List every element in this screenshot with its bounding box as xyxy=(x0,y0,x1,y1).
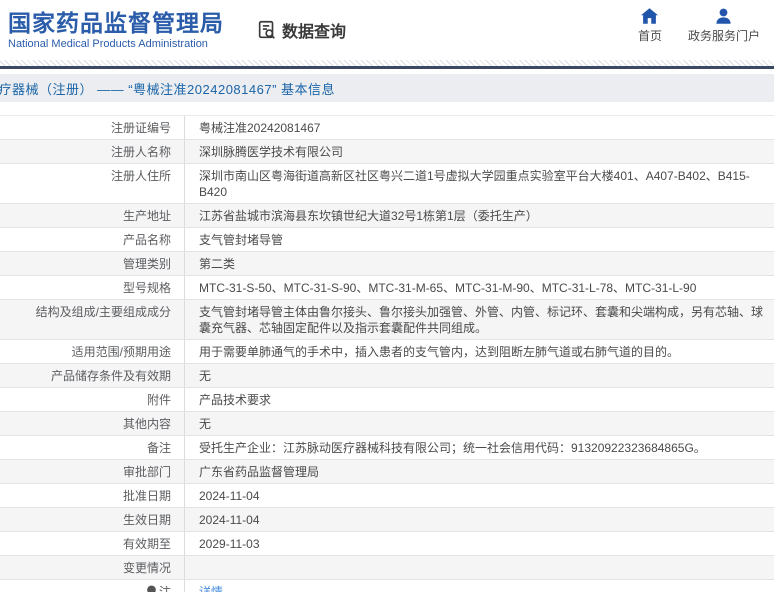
row-label: 变更情况 xyxy=(0,556,185,579)
table-row: 有效期至 2029-11-03 xyxy=(0,532,774,556)
page-title-bar: 医疗器械（注册） —— “粤械注准20242081467” 基本信息 xyxy=(0,74,774,102)
nmpa-logo[interactable]: 国家药品监督管理局 National Medical Products Admi… xyxy=(8,10,224,49)
table-row: 生产地址 江苏省盐城市滨海县东坎镇世纪大道32号1栋第1层（委托生产） xyxy=(0,204,774,228)
row-value: 支气管封堵导管主体由鲁尔接头、鲁尔接头加强管、外管、内管、标记环、套囊和尖端构成… xyxy=(199,305,764,335)
row-label: 管理类别 xyxy=(0,252,185,275)
table-row: 产品储存条件及有效期无 xyxy=(0,364,774,388)
table-row: 型号规格 MTC-31-S-50、MTC-31-S-90、MTC-31-M-65、… xyxy=(0,276,774,300)
row-label: 有效期至 xyxy=(0,532,185,555)
table-row: 注册人名称 深圳脉腾医学技术有限公司 xyxy=(0,140,774,164)
lightbulb-icon xyxy=(146,584,157,592)
user-icon xyxy=(715,8,732,24)
row-value: 深圳脉腾医学技术有限公司 xyxy=(199,145,344,159)
table-row: 审批部门 广东省药品监督管理局 xyxy=(0,460,774,484)
row-label: 注册人名称 xyxy=(0,140,185,163)
logo-title-cn: 国家药品监督管理局 xyxy=(8,10,224,37)
table-row: 注 详情 xyxy=(0,580,774,592)
row-label: 产品名称 xyxy=(0,228,185,251)
table-row: 附件 产品技术要求 xyxy=(0,388,774,412)
data-query-tab[interactable]: 数据查询 xyxy=(256,18,346,42)
logo-subtitle-en: National Medical Products Administration xyxy=(8,37,208,50)
table-row: 其他内容无 xyxy=(0,412,774,436)
row-value: 2024-11-04 xyxy=(199,489,260,503)
page-title: 医疗器械（注册） —— “粤械注准20242081467” 基本信息 xyxy=(0,81,336,97)
row-value: 无 xyxy=(199,417,212,431)
row-value: 广东省药品监督管理局 xyxy=(199,465,320,479)
site-header: 国家药品监督管理局 National Medical Products Admi… xyxy=(0,0,774,60)
nav-home-label: 首页 xyxy=(637,29,662,43)
row-value: 2029-11-03 xyxy=(199,537,260,551)
row-value: MTC-31-S-50、MTC-31-S-90、MTC-31-M-65、MTC-… xyxy=(199,281,697,295)
row-label: 生产地址 xyxy=(0,204,185,227)
row-label: 生效日期 xyxy=(0,508,185,531)
row-value: 受托生产企业：江苏脉动医疗器械科技有限公司；统一社会信用代码：913209223… xyxy=(199,441,706,455)
row-value: 第二类 xyxy=(199,257,236,271)
table-row: 适用范围/预期用途 用于需要单肺通气的手术中，插入患者的支气管内，达到阻断左肺气道… xyxy=(0,340,774,364)
nav-home[interactable]: 首页 xyxy=(638,8,662,44)
table-row: 变更情况 xyxy=(0,556,774,580)
row-value: 江苏省盐城市滨海县东坎镇世纪大道32号1栋第1层（委托生产） xyxy=(199,209,538,223)
table-row: 产品名称 支气管封堵导管 xyxy=(0,228,774,252)
table-row: 结构及组成/主要组成成分 支气管封堵导管主体由鲁尔接头、鲁尔接头加强管、外管、内管… xyxy=(0,300,774,340)
row-value: 支气管封堵导管 xyxy=(199,233,284,247)
data-query-icon xyxy=(256,19,278,41)
detail-link[interactable]: 详情 xyxy=(199,585,223,592)
nav-gov-portal-label: 政务服务门户 xyxy=(687,29,760,43)
row-label: 批准日期 xyxy=(0,484,185,507)
table-row: 生效日期 2024-11-04 xyxy=(0,508,774,532)
row-label: 注册人住所 xyxy=(0,164,185,203)
table-row: 注册人住所 深圳市南山区粤海街道高新区社区粤兴二道1号虚拟大学园重点实验室平台大楼… xyxy=(0,164,774,204)
row-label: 其他内容 xyxy=(0,412,185,435)
row-label: 审批部门 xyxy=(0,460,185,483)
row-label: 产品储存条件及有效期 xyxy=(0,364,185,387)
table-row: 管理类别 第二类 xyxy=(0,252,774,276)
nav-gov-portal[interactable]: 政务服务门户 xyxy=(688,8,760,44)
row-label: 结构及组成/主要组成成分 xyxy=(0,300,185,339)
header-divider-line xyxy=(0,66,774,69)
table-row: 注册证编号 粤械注准20242081467 xyxy=(0,115,774,140)
home-icon xyxy=(641,8,659,24)
row-value: 无 xyxy=(199,369,212,383)
registration-info-table: 注册证编号 粤械注准20242081467 注册人名称 深圳脉腾医学技术有限公司 注册人… xyxy=(0,115,774,592)
table-row: 批准日期 2024-11-04 xyxy=(0,484,774,508)
row-value: 详情 xyxy=(185,580,774,592)
row-value xyxy=(185,556,774,579)
top-nav: 首页 政务服务门户 xyxy=(638,8,760,44)
row-value: 产品技术要求 xyxy=(199,393,272,407)
row-value: 用于需要单肺通气的手术中，插入患者的支气管内，达到阻断左肺气道或右肺气道的目的。 xyxy=(199,345,680,359)
row-label: 型号规格 xyxy=(0,276,185,299)
data-query-label: 数据查询 xyxy=(282,24,347,41)
row-label: 注 xyxy=(0,580,185,592)
row-value: 粤械注准20242081467 xyxy=(199,121,321,135)
row-value: 深圳市南山区粤海街道高新区社区粤兴二道1号虚拟大学园重点实验室平台大楼401、A… xyxy=(199,169,750,199)
row-label: 备注 xyxy=(0,436,185,459)
table-row: 备注 受托生产企业：江苏脉动医疗器械科技有限公司；统一社会信用代码：9132092… xyxy=(0,436,774,460)
row-label: 附件 xyxy=(0,388,185,411)
row-label: 注册证编号 xyxy=(0,116,185,139)
row-label: 适用范围/预期用途 xyxy=(0,340,185,363)
row-value: 2024-11-04 xyxy=(199,513,260,527)
